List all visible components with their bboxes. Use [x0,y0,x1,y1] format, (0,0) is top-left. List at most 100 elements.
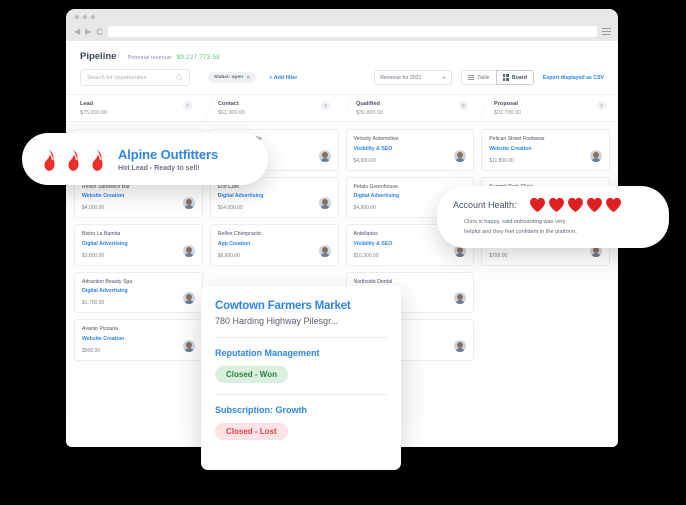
account-health-note-line1: Chris is happy, said onboarding was very [464,219,566,226]
deal-card[interactable]: Avanto Pizzaria Website Creation $500.00 [74,319,203,361]
deal-service-link[interactable]: Website Creation [489,146,602,152]
status-filter-label: Status: open [214,75,244,80]
search-placeholder: Search for opportunities [87,74,147,81]
stage-column-header[interactable]: Lead $75,000.00 7 [66,95,204,121]
heart-icon [586,198,602,213]
browser-toolbar: ◀ ▶ C [66,24,618,41]
deal-amount: $14,000.00 [217,205,243,211]
status-badge-lost: Closed - Lost [215,423,288,440]
url-input[interactable] [107,26,597,37]
stage-column-header[interactable]: Proposal $22,700.00 4 [480,95,618,121]
deal-service-link[interactable]: App Creation [218,241,331,247]
avatar[interactable] [182,339,195,352]
window-maximize-dot[interactable] [91,14,95,19]
deal-service-link[interactable]: Website Creation [82,193,195,199]
avatar[interactable] [182,197,195,209]
reload-icon[interactable]: C [96,27,103,37]
hamburger-menu-icon[interactable] [602,28,611,35]
account-health-callout[interactable]: Account Health: Chris is happy, said onb… [437,186,669,248]
view-toggle-group: Table Board [461,70,534,85]
deal-card[interactable]: Bistro La Bamba Digital Advertising $3,800… [74,224,203,266]
deal-company-name: Northside Dental [353,278,393,285]
deal-company-name: Petals Greenhouse [353,183,398,190]
tab-board-view[interactable]: Board [495,70,534,85]
board-column: Pelican Street Footwear Website Creation $… [481,129,610,415]
grid-icon [502,74,509,81]
account-health-row: Account Health: [453,197,622,213]
stage-count-badge: 7 [183,101,192,110]
stage-count-badge: 4 [597,101,606,110]
deal-amount: $11,800.00 [489,157,514,164]
stage-amount: $61,000.00 [218,110,245,116]
deal-card[interactable]: Attraction Beauty Spa Digital Advertising… [74,271,203,313]
avatar[interactable] [182,244,195,257]
stage-header-row: Lead $75,000.00 7 Contact $61,000.00 3 Qualifi… [66,94,618,122]
close-icon[interactable]: ✕ [246,75,250,81]
deal-card[interactable]: Velocity Automotive Visibility & SEO $4,90… [345,129,475,171]
deal-service-link[interactable]: Digital Advertising [82,288,195,294]
export-csv-link[interactable]: Export displayed as CSV [543,75,604,81]
heart-icon-group [529,197,622,213]
hot-lead-text-block: Alpine Outfitters Hot Lead - Ready to se… [118,147,218,172]
screenshot-stage: ◀ ▶ C Pipeline Potential revenue: $9,227… [0,0,686,505]
stage-column-header[interactable]: Contact $61,000.00 3 [204,95,342,121]
stage-name: Lead [80,101,94,107]
app-header: Pipeline Potential revenue: $9,227,773.5… [66,41,618,62]
toolbar: Search for opportunities Status: open ✕ … [80,69,604,86]
forward-arrow-icon[interactable]: ▶ [85,27,91,36]
stage-text-block: Contact $61,000.00 [218,101,245,116]
cowtown-address: 780 Harding Highway Pilesgr... [215,316,339,326]
revenue-range-value: Revenue for 2021 [380,74,422,81]
chevron-down-icon [442,76,447,79]
deal-service-link[interactable]: Digital Advertising [82,241,195,247]
avatar[interactable] [318,197,331,209]
revenue-range-select[interactable]: Revenue for 2021 [374,70,453,85]
deal-amount: $4,000.00 [82,205,105,211]
cowtown-detail-card[interactable]: Cowtown Farmers Market 780 Harding Highw… [201,286,401,470]
window-close-dot[interactable] [75,14,79,19]
avatar[interactable] [318,244,331,257]
deal-company-name: Bistro La Bamba [82,231,121,237]
potential-revenue-label: Potential revenue: [127,55,173,61]
deal-amount: $6,600.00 [217,252,240,259]
avatar[interactable] [454,292,467,304]
tab-table-label: Table [477,74,490,81]
heart-icon [548,198,564,213]
deal-service-link[interactable]: Visibility & SEO [354,146,467,152]
search-input[interactable]: Search for opportunities [80,69,190,86]
stage-name: Qualified [356,101,380,107]
add-filter-button[interactable]: + Add filter [269,75,297,81]
cowtown-deal1-name[interactable]: Reputation Management [215,348,387,358]
flame-icon [44,147,55,171]
avatar[interactable] [318,149,331,162]
browser-titlebar [66,9,618,24]
status-filter-chip[interactable]: Status: open ✕ [208,72,257,83]
deal-company-name: Avanto Pizzaria [82,326,118,332]
flame-icon [92,147,103,171]
deal-service-link[interactable]: Digital Advertising [218,193,331,199]
cowtown-deal2-name[interactable]: Subscription: Growth [215,405,387,415]
deal-amount: $10,300.00 [353,252,379,259]
hot-lead-callout[interactable]: Alpine Outfitters Hot Lead - Ready to se… [22,133,268,185]
back-arrow-icon[interactable]: ◀ [74,27,80,36]
deal-card[interactable]: Pelican Street Footwear Website Creation $… [481,129,610,171]
deal-amount: $4,900.00 [353,157,376,164]
avatar[interactable] [590,149,602,162]
heart-icon [605,198,621,213]
stage-amount: $75,000.00 [80,110,107,116]
avatar[interactable] [454,339,467,352]
deal-company-name: Attraction Beauty Spa [82,278,133,285]
stage-text-block: Lead $75,000.00 [80,101,107,116]
window-minimize-dot[interactable] [83,14,87,19]
deal-card[interactable]: Reflex Chiropractic App Creation $6,600.00 [209,224,339,266]
deal-amount: $799.00 [489,252,508,259]
avatar[interactable] [454,149,467,162]
potential-revenue-value: $9,227,773.58 [176,54,220,61]
avatar[interactable] [182,292,195,304]
stage-column-header[interactable]: Qualified $30,800.00 5 [342,95,480,121]
tab-table-view[interactable]: Table [461,70,496,85]
deal-service-link[interactable]: Website Creation [82,336,195,342]
deal-company-name: Velocity Automotive [353,136,399,142]
heart-icon [567,198,583,213]
account-health-note-line2: helpful and they feel confident in the p… [464,228,577,235]
